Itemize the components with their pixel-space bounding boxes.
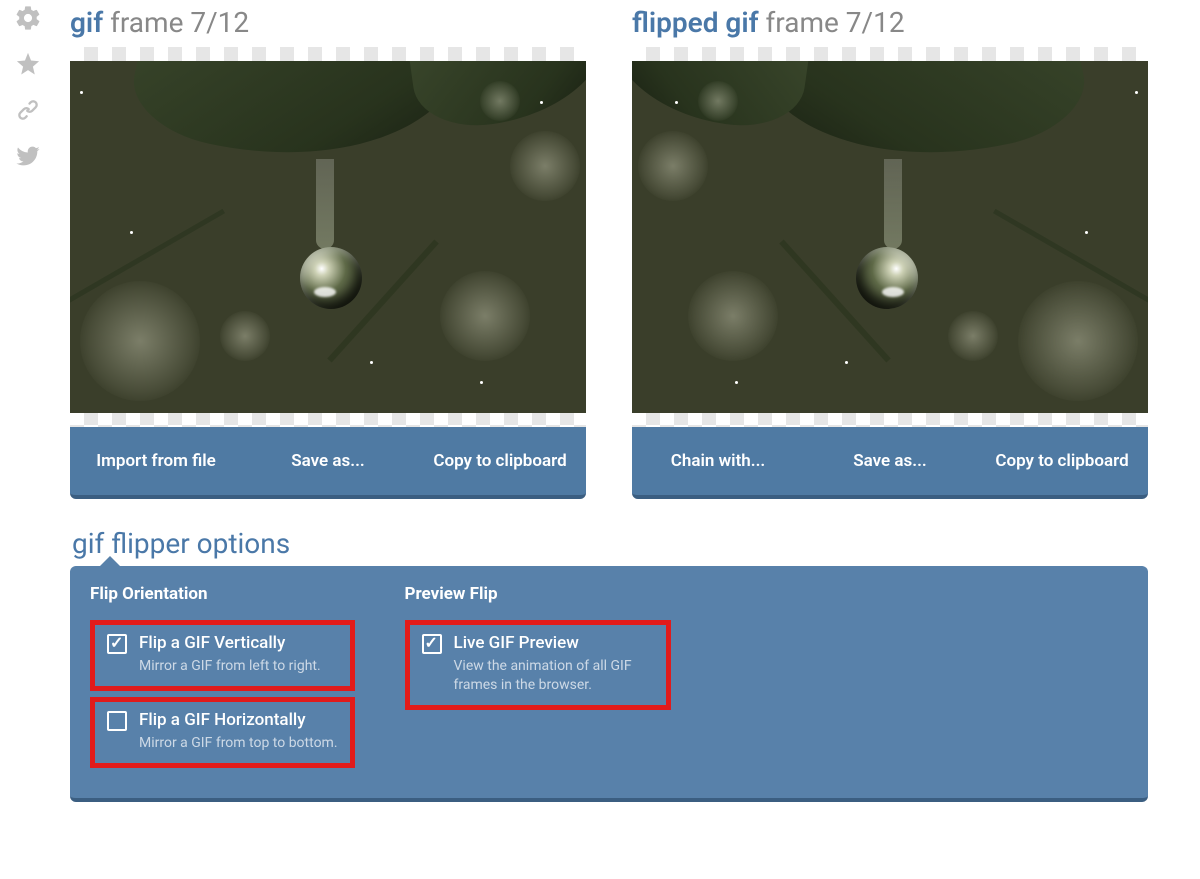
- star-icon[interactable]: [14, 50, 42, 82]
- source-title: gif frame 7/12: [70, 0, 586, 47]
- result-title: flipped gif frame 7/12: [632, 0, 1148, 47]
- options-box: Flip Orientation Flip a GIF Vertically Mir…: [70, 566, 1148, 802]
- checkbox[interactable]: [422, 634, 442, 654]
- source-panel: gif frame 7/12 Import from file Save as.…: [70, 0, 586, 499]
- option-item[interactable]: Flip a GIF Vertically Mirror a GIF from l…: [90, 620, 355, 691]
- checkbox[interactable]: [107, 634, 127, 654]
- option-label: Live GIF Preview: [454, 633, 654, 653]
- result-panel: flipped gif frame 7/12 Chain with... Sav…: [632, 0, 1148, 499]
- link-icon[interactable]: [14, 96, 42, 128]
- copy-to-clipboard-button[interactable]: Copy to clipboard: [976, 427, 1148, 495]
- options-section: gif flipper options Flip OrientationFlip…: [70, 527, 1180, 802]
- option-desc: Mirror a GIF from left to right.: [139, 657, 321, 676]
- result-title-brand: flipped gif: [632, 6, 759, 39]
- option-group-heading: Preview Flip: [405, 584, 671, 604]
- option-desc: View the animation of all GIF frames in …: [454, 657, 654, 695]
- import-from-file-button[interactable]: Import from file: [70, 427, 242, 495]
- option-label: Flip a GIF Horizontally: [139, 710, 338, 730]
- option-item[interactable]: Flip a GIF Horizontally Mirror a GIF from…: [90, 697, 355, 768]
- source-preview[interactable]: [70, 47, 586, 427]
- option-label: Flip a GIF Vertically: [139, 633, 321, 653]
- source-title-brand: gif: [70, 6, 103, 39]
- result-title-rest: frame 7/12: [759, 6, 905, 39]
- option-item[interactable]: Live GIF Preview View the animation of al…: [405, 620, 671, 710]
- checkbox[interactable]: [107, 711, 127, 731]
- sidebar-icons: [8, 4, 48, 174]
- gear-icon[interactable]: [14, 4, 42, 36]
- option-desc: Mirror a GIF from top to bottom.: [139, 734, 338, 753]
- source-toolbar: Import from file Save as... Copy to clip…: [70, 427, 586, 499]
- twitter-icon[interactable]: [14, 142, 42, 174]
- save-as-button[interactable]: Save as...: [804, 427, 976, 495]
- chain-with-button[interactable]: Chain with...: [632, 427, 804, 495]
- result-toolbar: Chain with... Save as... Copy to clipboa…: [632, 427, 1148, 499]
- save-as-button[interactable]: Save as...: [242, 427, 414, 495]
- copy-to-clipboard-button[interactable]: Copy to clipboard: [414, 427, 586, 495]
- options-title: gif flipper options: [70, 527, 1180, 560]
- source-title-rest: frame 7/12: [103, 6, 249, 39]
- option-group-heading: Flip Orientation: [90, 584, 355, 604]
- result-preview[interactable]: [632, 47, 1148, 427]
